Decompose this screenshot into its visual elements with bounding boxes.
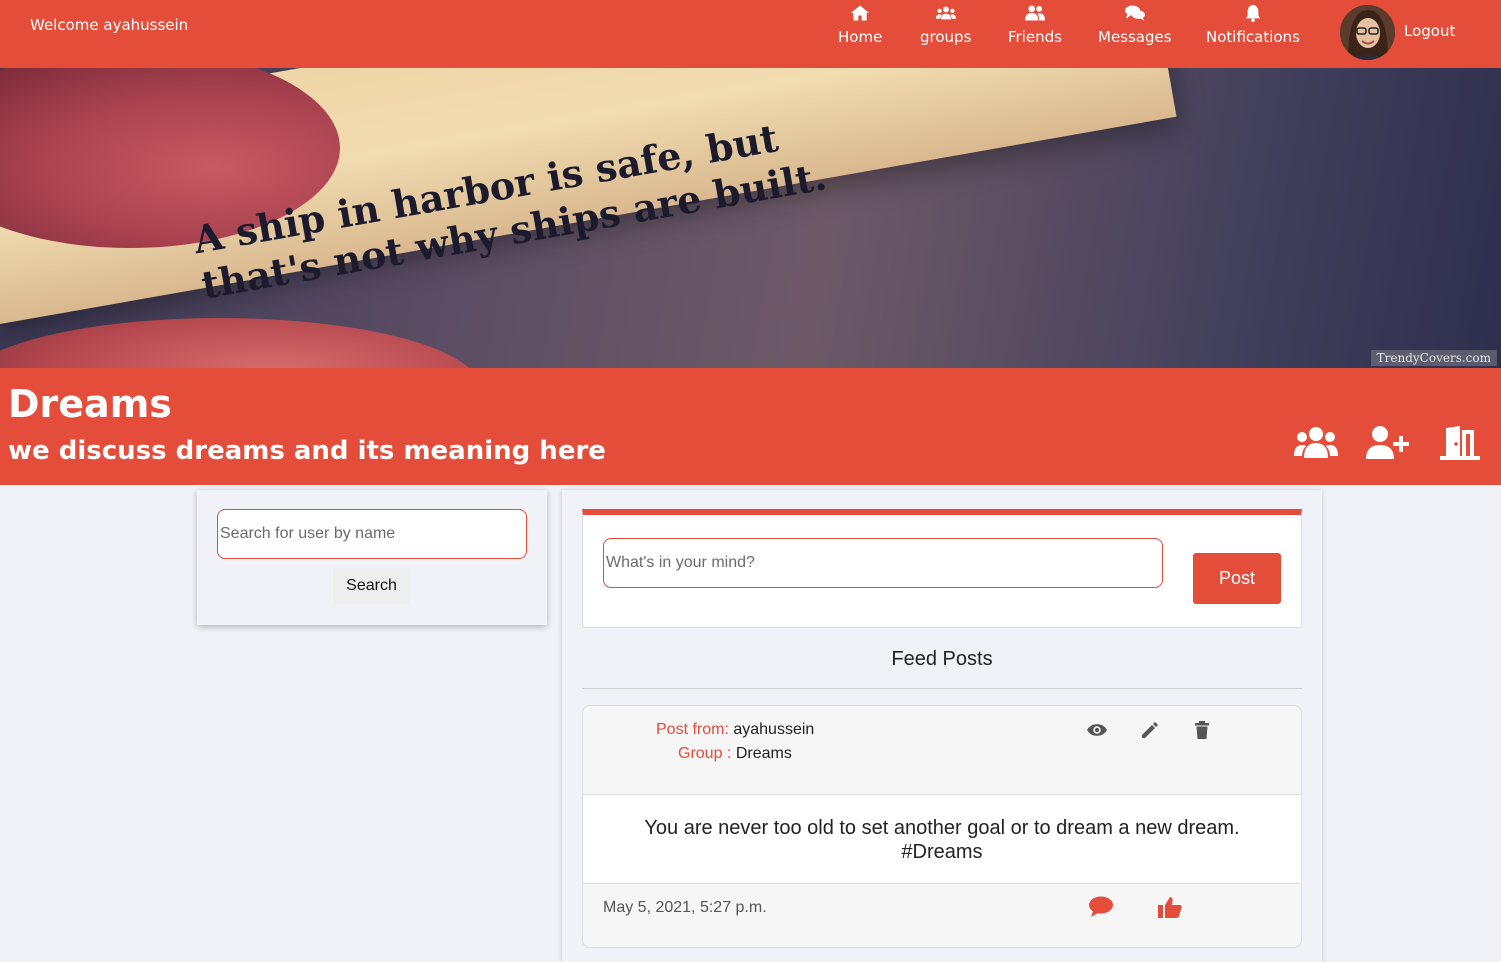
post-timestamp: May 5, 2021, 5:27 p.m. <box>603 899 767 916</box>
post-content-hashtag[interactable]: #Dreams <box>583 840 1301 864</box>
post-group-line: Group : Dreams <box>678 745 792 763</box>
groups-icon <box>920 4 971 24</box>
feed-divider <box>582 688 1302 689</box>
banner-finger-bottom <box>0 318 480 368</box>
home-icon <box>838 4 882 24</box>
search-input[interactable] <box>217 509 527 559</box>
nav-home[interactable]: Home <box>838 4 882 46</box>
add-user-icon[interactable] <box>1366 426 1410 460</box>
post-content-text: You are never too old to set another goa… <box>644 817 1240 839</box>
post-header: Post from: ayahussein Group : Dreams <box>583 706 1301 795</box>
friends-icon <box>1008 4 1062 24</box>
post-author[interactable]: ayahussein <box>733 721 814 738</box>
group-title: Dreams <box>8 382 172 426</box>
user-search-card: Search <box>197 490 547 625</box>
post-content: You are never too old to set another goa… <box>583 795 1301 884</box>
post-author-line: Post from: ayahussein <box>656 721 814 739</box>
leave-door-icon[interactable] <box>1438 426 1482 460</box>
post-from-label: Post from: <box>656 721 729 738</box>
post-group[interactable]: Dreams <box>736 745 792 762</box>
delete-trash-icon[interactable] <box>1192 720 1212 740</box>
banner-watermark: TrendyCovers.com <box>1370 350 1497 366</box>
top-navbar: Welcome ayahussein Home groups Friends M… <box>0 0 1501 68</box>
post-input[interactable] <box>603 538 1163 588</box>
group-header: Dreams we discuss dreams and its meaning… <box>0 368 1501 485</box>
bell-icon <box>1206 4 1300 24</box>
nav-messages-label: Messages <box>1098 28 1172 46</box>
group-description: we discuss dreams and its meaning here <box>8 436 606 466</box>
avatar[interactable] <box>1340 5 1395 60</box>
nav-notifications-label: Notifications <box>1206 28 1300 46</box>
search-button[interactable]: Search <box>333 568 410 604</box>
nav-groups[interactable]: groups <box>920 4 971 46</box>
nav-messages[interactable]: Messages <box>1098 4 1172 46</box>
like-thumbs-up-icon[interactable] <box>1158 896 1182 918</box>
comment-icon[interactable] <box>1089 896 1113 918</box>
main-feed-panel: Post Feed Posts Post from: ayahussein Gr… <box>562 490 1322 962</box>
group-cover-image: A ship in harbor is safe, but that's not… <box>0 68 1501 368</box>
edit-pencil-icon[interactable] <box>1140 720 1160 740</box>
nav-friends-label: Friends <box>1008 28 1062 46</box>
post-composer: Post <box>582 509 1302 628</box>
nav-groups-label: groups <box>920 28 972 46</box>
members-icon[interactable] <box>1294 426 1338 460</box>
nav-notifications[interactable]: Notifications <box>1206 4 1300 46</box>
post-button[interactable]: Post <box>1193 553 1281 604</box>
post-card: Post from: ayahussein Group : Dreams You… <box>582 705 1302 948</box>
feed-title: Feed Posts <box>891 648 993 670</box>
nav-home-label: Home <box>838 28 883 46</box>
nav-friends[interactable]: Friends <box>1008 4 1062 46</box>
view-icon[interactable] <box>1087 720 1107 740</box>
logout-link[interactable]: Logout <box>1404 22 1455 40</box>
post-group-label: Group : <box>678 745 732 762</box>
messages-icon <box>1098 4 1172 24</box>
welcome-text: Welcome ayahussein <box>30 16 189 34</box>
